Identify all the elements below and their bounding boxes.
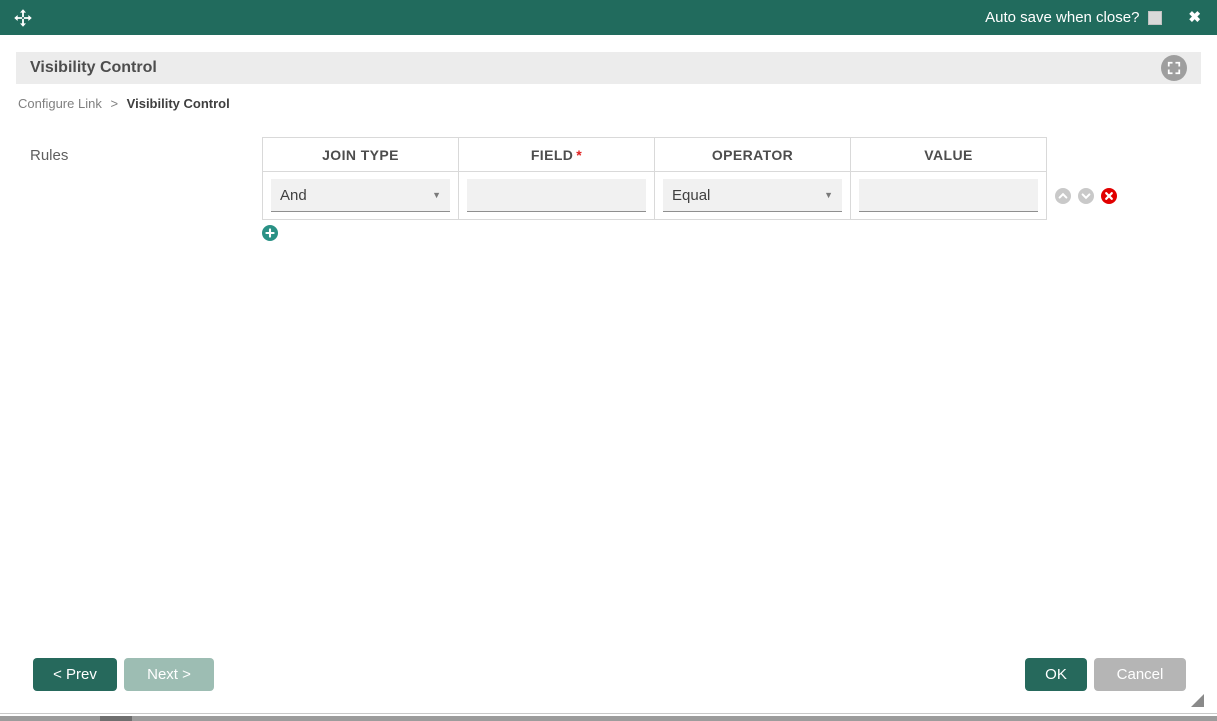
delete-row-icon[interactable] (1101, 188, 1117, 204)
rules-table: JOIN TYPE FIELD* OPERATOR VALUE And ▼ (262, 137, 1047, 220)
chevron-down-icon: ▼ (432, 190, 441, 200)
ok-button[interactable]: OK (1025, 658, 1087, 691)
value-input[interactable] (859, 179, 1038, 212)
fullscreen-icon[interactable] (1161, 55, 1187, 81)
move-icon[interactable] (12, 7, 34, 29)
page-title: Visibility Control (30, 59, 157, 77)
field-input[interactable] (467, 179, 646, 212)
chevron-down-icon: ▼ (824, 190, 833, 200)
rules-label: Rules (30, 147, 68, 164)
column-header-operator: OPERATOR (655, 138, 851, 172)
move-row-up-icon[interactable] (1055, 188, 1071, 204)
breadcrumb-current: Visibility Control (127, 96, 230, 111)
rules-table-header-row: JOIN TYPE FIELD* OPERATOR VALUE (263, 138, 1047, 172)
column-header-field: FIELD* (459, 138, 655, 172)
next-button[interactable]: Next > (124, 658, 214, 691)
column-header-value: VALUE (851, 138, 1047, 172)
close-icon[interactable]: ✖ (1188, 10, 1201, 25)
background-page-edge (0, 716, 1217, 721)
join-type-selected-value: And (280, 187, 432, 204)
required-asterisk: * (576, 147, 582, 163)
row-actions (1055, 188, 1117, 204)
move-row-down-icon[interactable] (1078, 188, 1094, 204)
background-scrollbar-thumb (100, 716, 132, 721)
cancel-button[interactable]: Cancel (1094, 658, 1186, 691)
dialog-titlebar: Auto save when close? ✖ (0, 0, 1217, 35)
operator-selected-value: Equal (672, 187, 824, 204)
add-rule-icon[interactable] (262, 225, 278, 241)
auto-save-label: Auto save when close? (985, 9, 1139, 26)
breadcrumb: Configure Link > Visibility Control (18, 96, 230, 111)
resize-handle[interactable] (1191, 694, 1204, 707)
prev-button[interactable]: < Prev (33, 658, 117, 691)
auto-save-checkbox[interactable] (1148, 11, 1162, 25)
join-type-select[interactable]: And ▼ (271, 179, 450, 212)
panel-title-bar: Visibility Control (16, 52, 1201, 84)
breadcrumb-separator: > (110, 96, 118, 111)
rule-row: And ▼ Equal ▼ (263, 172, 1047, 220)
column-header-join-type: JOIN TYPE (263, 138, 459, 172)
operator-select[interactable]: Equal ▼ (663, 179, 842, 212)
breadcrumb-configure-link[interactable]: Configure Link (18, 96, 102, 111)
visibility-control-dialog: Auto save when close? ✖ Visibility Contr… (0, 0, 1217, 714)
